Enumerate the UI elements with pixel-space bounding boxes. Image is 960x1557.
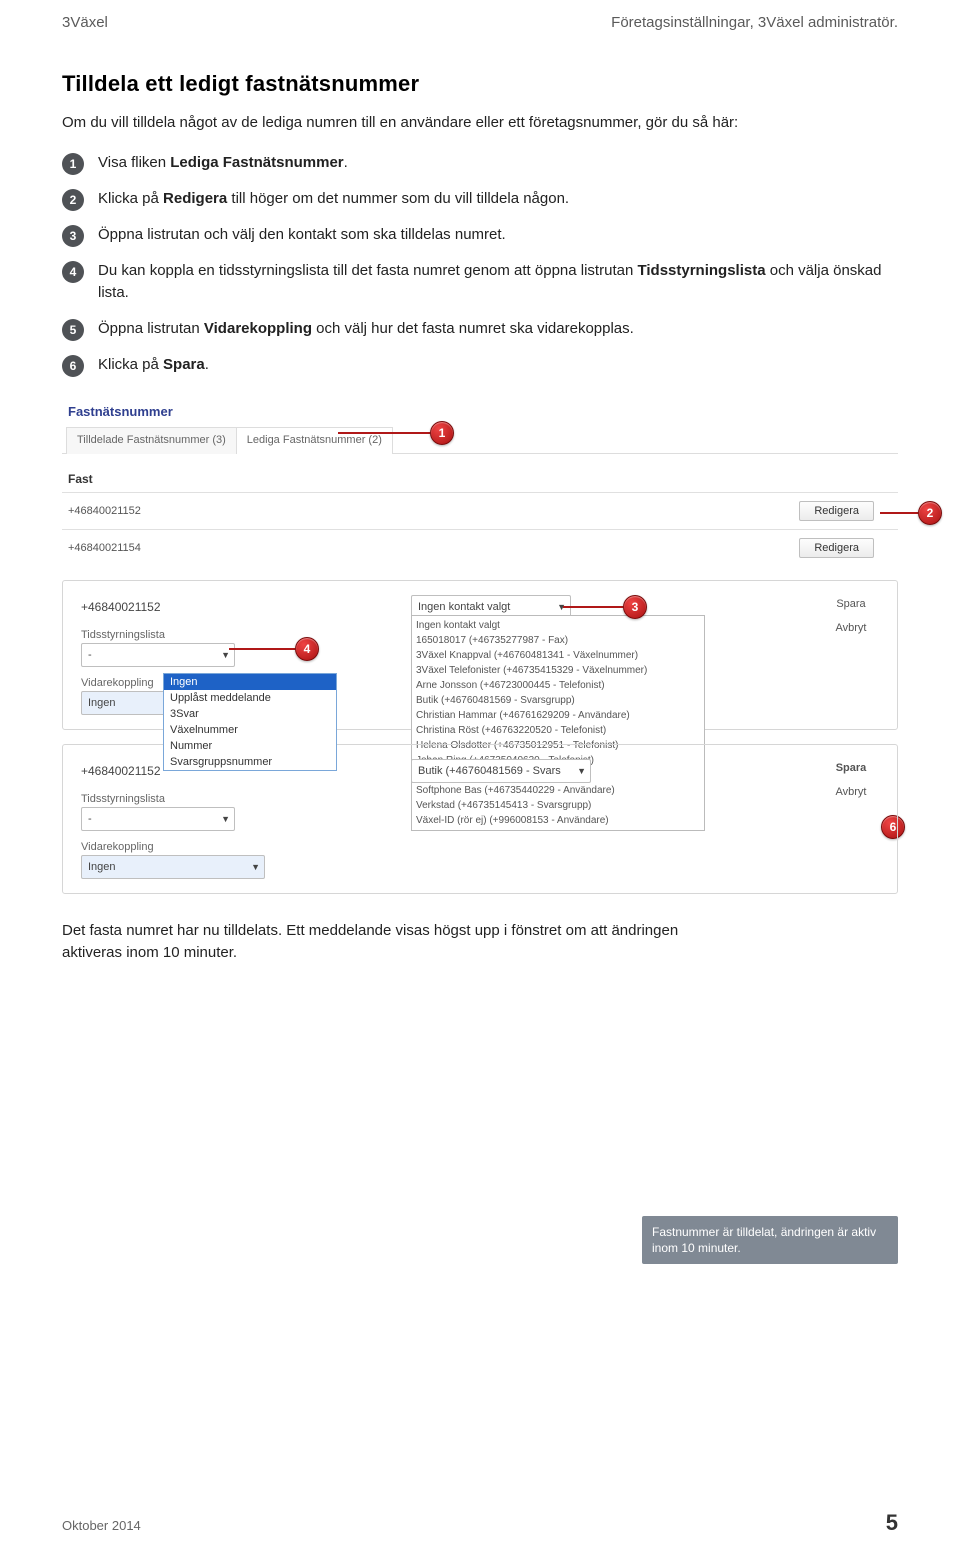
step-2: Klicka på Redigera till höger om det num… (62, 188, 898, 210)
step-6: Klicka på Spara. (62, 354, 898, 376)
contact-select[interactable]: Butik (+46760481569 - Svars▼ (411, 759, 591, 783)
page-title: Tilldela ett ledigt fastnätsnummer (62, 71, 898, 97)
panel-title: Fastnätsnummer (62, 394, 898, 427)
contact-option[interactable]: 3Växel Knappval (+46760481341 - Växelnum… (416, 648, 700, 663)
vk-option[interactable]: Växelnummer (164, 722, 336, 738)
callout-1: 1 (430, 421, 454, 445)
tss-select[interactable]: -▼ (81, 643, 235, 667)
callout-3: 3 (623, 595, 647, 619)
footer-date: Oktober 2014 (62, 1518, 141, 1533)
callout-2: 2 (918, 501, 942, 525)
contact-option[interactable]: Ingen kontakt valgt (416, 618, 700, 633)
number-cell: +46840021154 (68, 542, 141, 554)
vk-option[interactable]: Upplåst meddelande (164, 690, 336, 706)
outro-text: Det fasta numret har nu tilldelats. Ett … (62, 920, 692, 964)
chevron-down-icon: ▼ (245, 862, 260, 872)
contact-option[interactable]: Christina Röst (+46763220520 - Telefonis… (416, 723, 700, 738)
brand-header: 3Växel (62, 14, 108, 31)
chevron-down-icon: ▼ (215, 650, 230, 660)
step-3: Öppna listrutan och välj den kontakt som… (62, 224, 898, 246)
contact-option[interactable]: 165018017 (+46735277987 - Fax) (416, 633, 700, 648)
vk-label: Vidarekoppling (81, 841, 879, 853)
toast-message: Fastnummer är tilldelat, ändringen är ak… (642, 1216, 898, 1264)
tab-assigned[interactable]: Tilldelade Fastnätsnummer (3) (66, 427, 237, 454)
step-4: Du kan koppla en tidsstyrningslista till… (62, 260, 898, 304)
doc-section: Företagsinställningar, 3Växel administra… (611, 14, 898, 31)
cancel-button[interactable]: Avbryt (823, 619, 879, 637)
callout-4: 4 (295, 637, 319, 661)
edit-button[interactable]: Redigera (799, 538, 874, 558)
intro-text: Om du vill tilldela något av de lediga n… (62, 112, 898, 134)
contact-option[interactable]: Butik (+46760481569 - Svarsgrupp) (416, 693, 700, 708)
vk-option[interactable]: Svarsgruppsnummer (164, 754, 336, 770)
vk-dropdown[interactable]: Ingen Upplåst meddelande 3Svar Växelnumm… (163, 673, 337, 771)
contact-option[interactable]: Arne Jonsson (+46723000445 - Telefonist) (416, 678, 700, 693)
number-cell: +46840021152 (68, 505, 141, 517)
vk-select[interactable]: Ingen▼ (81, 855, 265, 879)
table-row: +46840021152 Redigera (62, 492, 898, 529)
edit-button[interactable]: Redigera (799, 501, 874, 521)
save-button[interactable]: Spara (823, 595, 879, 613)
cancel-button[interactable]: Avbryt (823, 783, 879, 801)
expanded-number: +46840021152 (81, 600, 411, 614)
vk-option[interactable]: 3Svar (164, 706, 336, 722)
step-1: Visa fliken Lediga Fastnätsnummer. (62, 152, 898, 174)
tss-label: Tidsstyrningslista (81, 793, 879, 805)
vk-option[interactable]: Nummer (164, 738, 336, 754)
chevron-down-icon: ▼ (571, 766, 586, 776)
page-number: 5 (886, 1510, 898, 1536)
column-header-fast: Fast (62, 460, 898, 492)
contact-option[interactable]: Christian Hammar (+46761629209 - Använda… (416, 708, 700, 723)
vk-option[interactable]: Ingen (164, 674, 336, 690)
step-5: Öppna listrutan Vidarekoppling och välj … (62, 318, 898, 340)
tss-select[interactable]: -▼ (81, 807, 235, 831)
contact-option[interactable]: 3Växel Telefonister (+46735415329 - Växe… (416, 663, 700, 678)
table-row: +46840021154 Redigera (62, 529, 898, 566)
chevron-down-icon: ▼ (215, 814, 230, 824)
save-button[interactable]: Spara (823, 759, 879, 777)
